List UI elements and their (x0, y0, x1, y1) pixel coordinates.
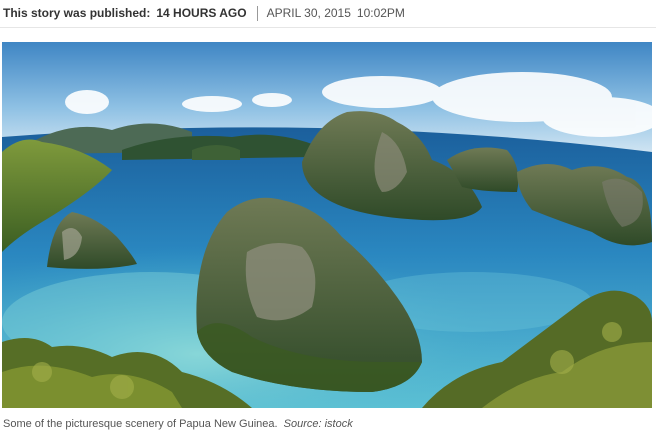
caption-text: Some of the picturesque scenery of Papua… (3, 418, 278, 430)
caption-source: Source: istock (283, 418, 353, 430)
published-ago: 14 HOURS AGO (156, 6, 247, 20)
meta-separator (256, 5, 258, 21)
published-time: 10:02PM (356, 6, 405, 20)
meta-divider (0, 27, 656, 28)
published-label: This story was published: (3, 6, 151, 20)
islands-lagoon-photo (2, 42, 652, 408)
story-published-meta: This story was published: 14 HOURS AGO A… (3, 4, 405, 22)
published-date: APRIL 30, 2015 (266, 6, 351, 20)
photo-caption: Some of the picturesque scenery of Papua… (3, 418, 353, 430)
story-photo[interactable] (2, 42, 652, 408)
